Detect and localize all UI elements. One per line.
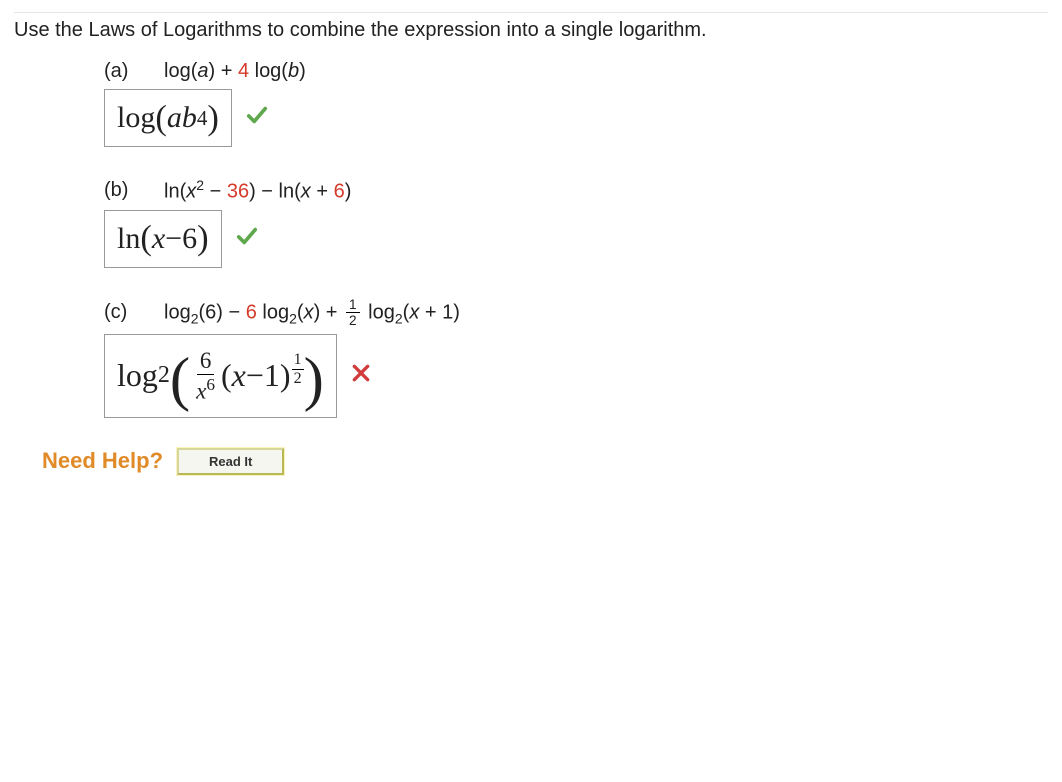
question-instruction: Use the Laws of Logarithms to combine th… [14,12,1048,42]
var-x: x [152,222,165,256]
part-b-label: (b) [104,179,164,202]
exponent: 2 [196,177,204,193]
part-b-answer-row: ln(x − 6) [104,210,1048,268]
operator: − [165,222,182,256]
coefficient: 6 [246,301,257,323]
constant: 1 [264,357,280,394]
fraction: 6 x6 [193,349,218,402]
text: ) [299,60,306,82]
var-b: b [182,101,197,135]
part-a-expression-row: (a) log(a) + 4 log(b) [104,60,1048,83]
check-icon [246,104,268,132]
part-c: (c) log2(6) − 6 log2(x) + 1 2 log2(x + 1… [104,298,1048,418]
log-base: 2 [191,310,199,326]
part-c-answer-row: log2( 6 x6 (x − 1) 1 2 ) [104,334,1048,418]
x-icon [351,363,371,389]
right-paren: ) [207,99,219,138]
log-base: 2 [158,362,170,389]
part-b: (b) ln(x2 − 36) − ln(x + 6) ln(x − 6) [104,177,1048,268]
numerator: 1 [292,352,304,370]
constant: 6 [182,222,197,256]
var-x: x [186,181,196,203]
var-a: a [167,101,182,135]
numerator: 6 [197,349,215,374]
part-c-answer-input[interactable]: log2( 6 x6 (x − 1) 1 2 ) [104,334,337,418]
log-base: 2 [395,310,403,326]
text: ) + [314,301,343,323]
constant: 36 [227,181,249,203]
numerator: 1 [346,298,360,314]
part-a-expression: log(a) + 4 log(b) [164,60,306,83]
part-c-expression-row: (c) log2(6) − 6 log2(x) + 1 2 log2(x + 1… [104,298,1048,328]
text: log [117,357,158,394]
text: ) + [208,60,237,82]
text: (6) − [199,301,246,323]
text: log( [164,60,197,82]
left-paren: ( [155,99,167,138]
text: ) [345,181,352,203]
text: log [117,101,155,135]
need-help-label: Need Help? [42,448,163,474]
help-row: Need Help? Read It [42,448,1048,475]
text: ) − ln( [249,181,301,203]
text: log [257,301,289,323]
text: log [164,301,191,323]
read-it-button[interactable]: Read It [177,448,284,475]
var-b: b [288,60,299,82]
var-x: x [196,377,206,403]
part-c-label: (c) [104,301,164,324]
var-x: x [301,181,311,203]
part-c-expression: log2(6) − 6 log2(x) + 1 2 log2(x + 1) [164,298,460,328]
log-base: 2 [289,310,297,326]
part-a-answer-input[interactable]: log(ab4) [104,89,232,147]
part-b-answer-input[interactable]: ln(x − 6) [104,210,222,268]
var-x: x [409,301,419,323]
inner-paren: ( [221,357,232,394]
operator: − [246,357,264,394]
inner-paren-close: ) [280,357,291,394]
text: ln( [164,181,186,203]
text: + 1) [419,301,460,323]
part-a-answer-row: log(ab4) [104,89,1048,147]
text: ln [117,222,140,256]
exponent-fraction: 1 2 [292,352,304,387]
check-icon [236,225,258,253]
part-b-expression-row: (b) ln(x2 − 36) − ln(x + 6) [104,177,1048,204]
fraction: 1 2 [346,298,360,328]
text: − [204,181,227,203]
text: log [368,301,395,323]
text: log( [249,60,288,82]
exponent: 6 [206,375,215,394]
denominator: 2 [292,370,304,387]
part-b-expression: ln(x2 − 36) − ln(x + 6) [164,177,351,204]
var-a: a [197,60,208,82]
right-paren: ) [197,219,209,258]
part-a-label: (a) [104,60,164,83]
var-x: x [304,301,314,323]
constant: 6 [334,181,345,203]
denominator: 2 [346,313,360,328]
coefficient: 4 [238,60,249,82]
var-x: x [232,357,246,394]
denominator: x6 [193,375,218,403]
left-paren: ( [140,219,152,258]
exponent: 4 [197,106,208,131]
part-a: (a) log(a) + 4 log(b) log(ab4) [104,60,1048,147]
text: + [311,181,334,203]
